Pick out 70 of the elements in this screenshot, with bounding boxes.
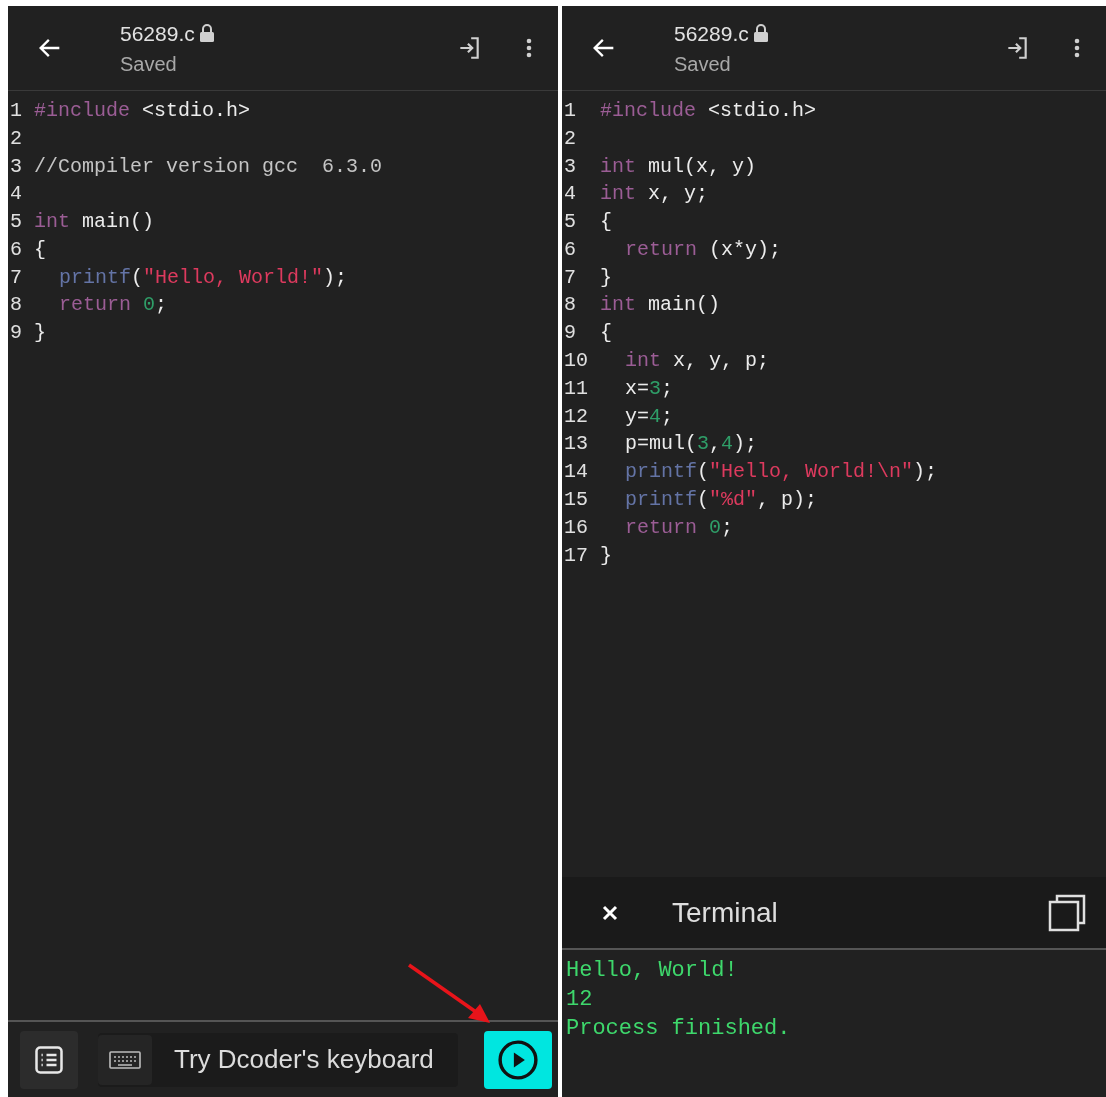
code-line: int x, y, p; — [624, 348, 770, 375]
lock-icon — [752, 24, 769, 42]
code-line: } — [34, 320, 46, 347]
save-status: Saved — [674, 53, 732, 74]
list-button[interactable] — [20, 1030, 78, 1089]
code-line: int main() — [600, 292, 721, 319]
line-number: 12 — [563, 403, 589, 430]
line-number: 1 — [9, 97, 23, 124]
line-number: 10 — [563, 348, 589, 375]
line-number: 4 — [9, 181, 23, 208]
close-icon[interactable] — [602, 904, 618, 921]
file-name: 56289.c — [674, 22, 749, 44]
line-number: 16 — [563, 514, 589, 541]
code-line: int main() — [34, 209, 155, 236]
line-number: 2 — [9, 125, 23, 152]
line-number: 7 — [563, 264, 577, 291]
code-line: //Compiler version gcc 6.3.0 — [34, 153, 383, 180]
code-line: { — [34, 236, 46, 263]
line-number: 5 — [563, 209, 577, 236]
terminal-title: Terminal — [672, 895, 778, 930]
line-number: 5 — [9, 209, 23, 236]
line-number: 17 — [563, 542, 589, 569]
code-line: printf("Hello, World!"); — [58, 264, 348, 291]
more-menu-icon[interactable] — [526, 38, 532, 58]
play-icon — [496, 1037, 540, 1082]
code-line: #include <stdio.h> — [34, 97, 251, 124]
line-number: 8 — [563, 292, 577, 319]
line-number: 9 — [563, 320, 577, 347]
line-number: 7 — [9, 264, 23, 291]
code-line: p=mul(3,4); — [624, 431, 758, 458]
code-line: } — [600, 264, 612, 291]
run-button[interactable] — [484, 1030, 552, 1089]
line-number: 1 — [563, 97, 577, 124]
code-line: printf("Hello, World!\n"); — [624, 459, 938, 486]
lock-icon — [198, 24, 215, 42]
terminal-output-line: Process finished. — [566, 1015, 792, 1043]
line-number: 14 — [563, 459, 589, 486]
code-line: y=4; — [624, 403, 674, 430]
code-line: #include <stdio.h> — [600, 97, 817, 124]
line-number: 3 — [563, 153, 577, 180]
code-line: printf("%d", p); — [624, 487, 818, 514]
line-number: 4 — [563, 181, 577, 208]
code-line: return 0; — [58, 292, 168, 319]
keyboard-icon — [109, 1049, 141, 1070]
line-number: 3 — [9, 153, 23, 180]
line-number: 11 — [563, 375, 589, 402]
copy-icon[interactable] — [1048, 893, 1086, 932]
line-number: 6 — [563, 236, 577, 263]
terminal-output-line: 12 — [566, 986, 594, 1014]
save-status: Saved — [120, 53, 178, 74]
code-line: int mul(x, y) — [600, 153, 757, 180]
code-line: } — [600, 542, 612, 569]
code-line: { — [600, 320, 612, 347]
line-number: 9 — [9, 320, 23, 347]
code-line: x=3; — [624, 375, 674, 402]
list-icon — [34, 1044, 64, 1075]
keyboard-hint-bar[interactable]: Try Dcoder's keyboard — [98, 1032, 458, 1087]
line-number: 6 — [9, 236, 23, 263]
code-line: return 0; — [624, 514, 734, 541]
terminal-output-line: Hello, World! — [566, 957, 739, 985]
line-number: 15 — [563, 487, 589, 514]
line-number: 2 — [563, 125, 577, 152]
more-menu-icon[interactable] — [1074, 38, 1080, 58]
line-number: 8 — [9, 292, 23, 319]
file-name: 56289.c — [120, 22, 195, 44]
keyboard-hint: Try Dcoder's keyboard — [174, 1043, 434, 1076]
code-line: int x, y; — [600, 181, 709, 208]
code-line: return (x*y); — [624, 236, 782, 263]
code-line: { — [600, 209, 612, 236]
line-number: 13 — [563, 431, 589, 458]
